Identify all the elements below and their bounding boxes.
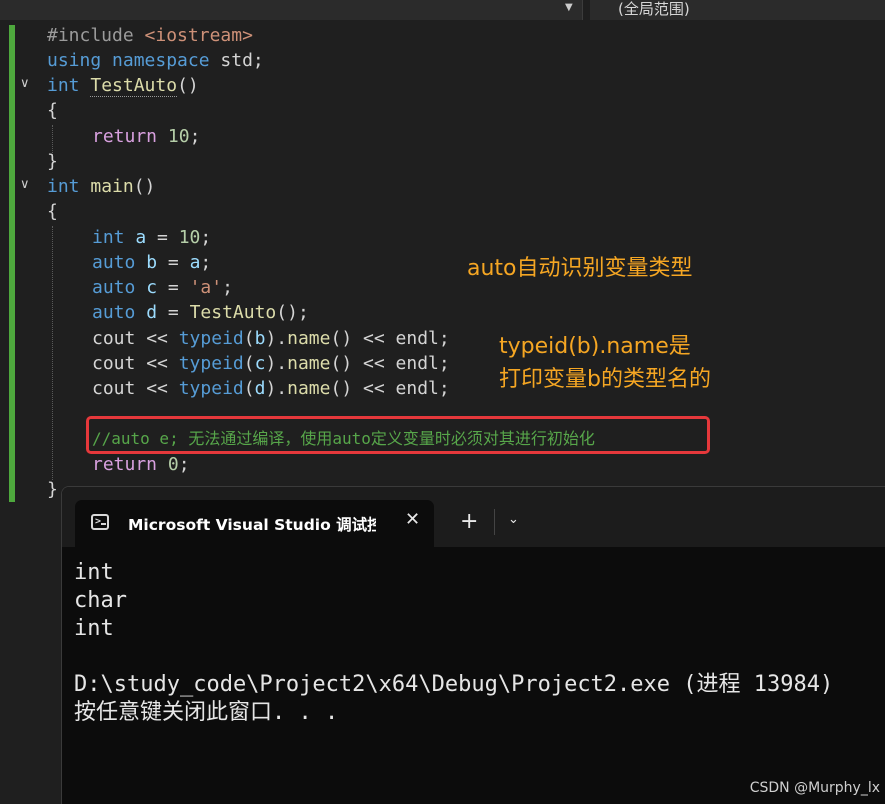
code-line-14: cout << typeid(c).name() << endl; [92, 353, 450, 374]
annotation-auto: auto自动识别变量类型 [467, 256, 693, 281]
change-tracking-bar [9, 25, 15, 502]
code-line-7: int main() [47, 176, 156, 197]
dropdown-arrow-icon[interactable]: ▼ [565, 2, 573, 13]
code-line-12: auto d = TestAuto(); [92, 302, 309, 323]
fold-chevron-icon[interactable]: ∨ [20, 76, 30, 91]
terminal-tab[interactable]: > Microsoft Visual Studio 调试控制台 ✕ [75, 500, 434, 547]
scope-dropdown-label: (全局范围) [618, 0, 690, 18]
output-line: char [74, 588, 127, 613]
code-line-8: { [47, 201, 58, 222]
code-line-9: int a = 10; [92, 227, 212, 248]
code-line-1: #include <iostream> [47, 25, 253, 46]
code-line-15: cout << typeid(d).name() << endl; [92, 378, 450, 399]
indent-guide [52, 226, 53, 480]
terminal-icon: > [91, 514, 109, 530]
code-line-10: auto b = a; [92, 252, 212, 273]
output-line: int [74, 560, 114, 585]
fold-chevron-icon[interactable]: ∨ [20, 177, 30, 192]
debug-console-window[interactable]: > Microsoft Visual Studio 调试控制台 ✕ + ⌄ in… [61, 486, 885, 804]
code-line-5: return 10; [92, 126, 201, 147]
code-line-13: cout << typeid(b).name() << endl; [92, 328, 450, 349]
annotation-typeid-line2: 打印变量b的类型名的 [499, 367, 711, 392]
chevron-down-icon[interactable]: ⌄ [508, 512, 519, 527]
annotation-typeid-line1: typeid(b).name是 [499, 334, 691, 359]
code-line-4: { [47, 100, 58, 121]
watermark: CSDN @Murphy_lx [749, 780, 880, 796]
output-line: int [74, 616, 114, 641]
member-dropdown[interactable] [0, 0, 583, 20]
editor-navigation-bar: ▼ (全局范围) [0, 0, 885, 20]
code-line-11: auto c = 'a'; [92, 277, 233, 298]
terminal-tab-title: Microsoft Visual Studio 调试控制台 [128, 516, 376, 534]
console-output: int char int D:\study_code\Project2\x64\De… [74, 559, 833, 727]
code-editor[interactable]: ∨ ∨ #include <iostream> using namespace … [0, 20, 885, 506]
code-line-3: int TestAuto() [47, 75, 199, 97]
highlight-box [86, 416, 710, 454]
output-line: 按任意键关闭此窗口. . . [74, 700, 339, 725]
code-line-18: } [47, 479, 58, 500]
code-line-17: return 0; [92, 454, 190, 475]
output-line: D:\study_code\Project2\x64\Debug\Project… [74, 672, 834, 697]
close-icon[interactable]: ✕ [405, 509, 420, 530]
new-tab-icon[interactable]: + [460, 509, 478, 535]
code-line-6: } [47, 151, 58, 172]
code-line-2: using namespace std; [47, 50, 264, 71]
titlebar-divider [494, 509, 495, 535]
